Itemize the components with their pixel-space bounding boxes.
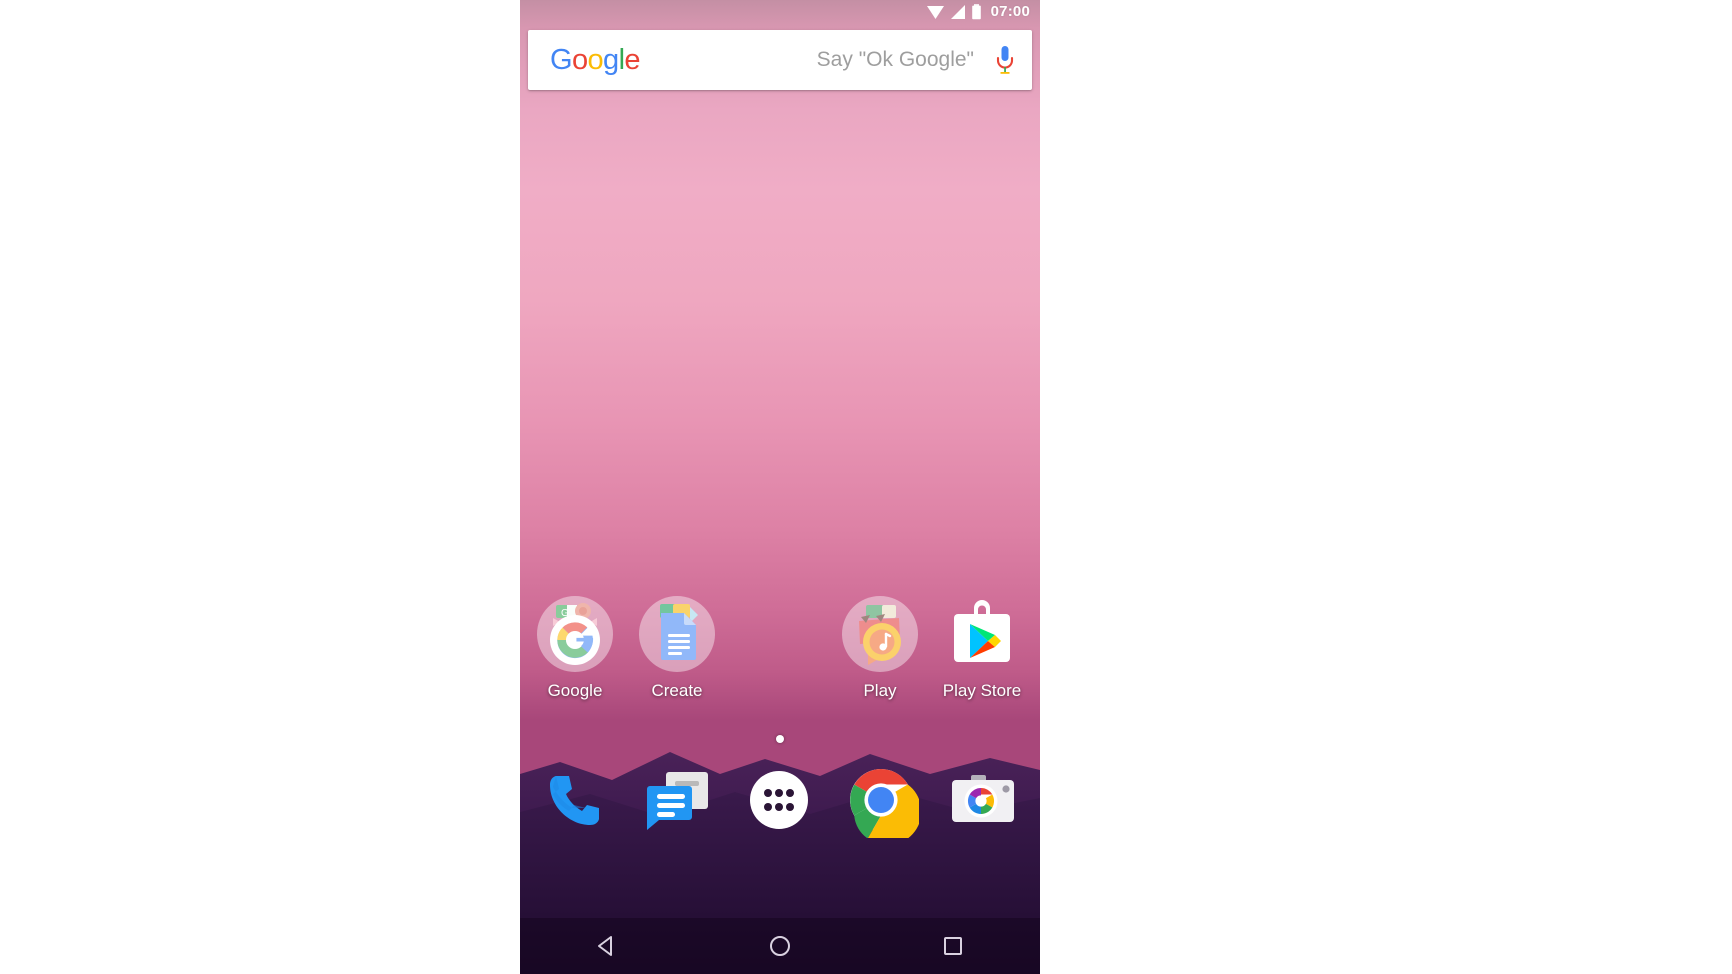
play-store-icon [944,596,1020,672]
phone-screen: 07:00 Google Say "Ok Google" G Google Cr… [520,0,1040,974]
google-logo: Google [550,43,641,76]
recents-square-icon [944,937,963,955]
folder-background [842,596,918,672]
home-app-play[interactable]: Play [828,596,932,701]
app-drawer-icon [750,771,808,829]
home-app-label: Play Store [942,681,1022,700]
google-folder-icon: G [537,596,613,672]
camera-icon [952,775,1014,822]
home-app-create[interactable]: Create [625,596,729,701]
navigation-bar [520,918,1040,974]
chrome-icon [850,769,919,838]
page-dot-active[interactable] [776,735,784,743]
home-app-play-store[interactable]: Play Store [930,596,1034,701]
google-search-widget[interactable]: Google Say "Ok Google" [528,30,1032,90]
status-bar: 07:00 [520,0,1040,22]
dock-app-drawer[interactable] [741,762,817,838]
home-app-label: Google [547,681,603,700]
home-app-google[interactable]: G Google [523,596,627,701]
folder-background [537,596,613,672]
dock-app-messages[interactable] [639,762,715,838]
phone-icon [550,776,599,825]
dock-app-phone[interactable] [537,762,613,838]
nav-recents-button[interactable] [913,924,993,968]
messages-icon [647,772,708,830]
voice-search-button[interactable] [992,43,1018,77]
play-folder-icon [842,596,918,672]
home-app-label: Create [651,681,703,700]
nav-home-button[interactable] [740,924,820,968]
battery-icon [971,4,981,20]
signal-icon [950,5,965,19]
search-hint-text[interactable]: Say "Ok Google" [640,48,992,72]
folder-background [639,596,715,672]
status-bar-icons: 07:00 [926,0,1030,22]
dock-app-camera[interactable] [945,762,1021,838]
dock [520,762,1040,846]
home-app-label: Play [863,681,897,700]
back-triangle-icon [597,936,612,956]
home-circle-icon [769,936,790,956]
home-app-row: G Google Create Play Play Store [520,596,1040,716]
dock-app-chrome[interactable] [843,762,919,838]
page-indicator [520,730,1040,748]
wifi-icon [926,6,944,19]
nav-back-button[interactable] [567,924,647,968]
microphone-icon [996,46,1014,74]
status-bar-clock: 07:00 [990,3,1030,20]
create-folder-icon [639,596,715,672]
